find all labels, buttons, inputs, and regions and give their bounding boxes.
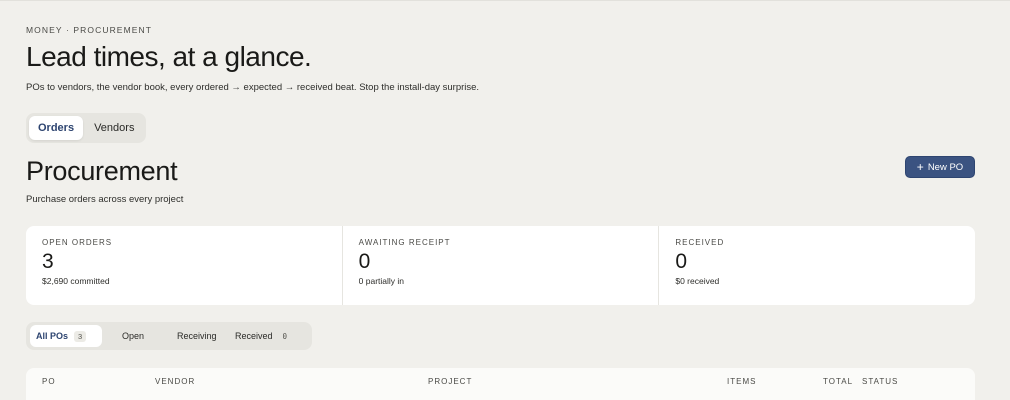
filter-all-pos[interactable]: All POs 3	[30, 325, 102, 347]
filter-received[interactable]: Received 0	[229, 325, 297, 347]
page-title: Procurement	[26, 156, 178, 186]
tab-vendors[interactable]: Vendors	[85, 116, 143, 140]
filter-count-badge: 3	[74, 330, 87, 342]
stat-caption: $2,690 committed	[42, 276, 110, 287]
column-header-vendor[interactable]: VENDOR	[155, 377, 195, 386]
hero-title: Lead times, at a glance.	[26, 41, 312, 72]
column-header-items[interactable]: ITEMS	[727, 377, 756, 386]
breadcrumb-eyebrow: MONEY · PROCUREMENT	[26, 25, 153, 35]
stat-caption: $0 received	[675, 276, 720, 287]
view-tabs: Orders Vendors	[26, 113, 147, 143]
stats-card: OPEN ORDERS 3 $2,690 committed AWAITING …	[26, 226, 975, 305]
stat-value: 0	[358, 250, 371, 273]
plus-icon: +	[916, 159, 924, 174]
filter-label: Received	[235, 331, 273, 341]
status-filter-tabs: All POs 3 Open Receiving Received 0	[26, 322, 312, 350]
column-header-po[interactable]: PO	[42, 377, 56, 386]
page-subtitle: Purchase orders across every project	[26, 194, 184, 205]
stat-caption: 0 partially in	[358, 276, 405, 287]
stat-value: 3	[42, 250, 54, 273]
hero-subtitle: POs to vendors, the vendor book, every o…	[26, 82, 480, 93]
tab-orders[interactable]: Orders	[29, 116, 84, 140]
stat-open-orders: OPEN ORDERS 3 $2,690 committed	[26, 226, 343, 305]
stat-label: AWAITING RECEIPT	[358, 238, 451, 247]
new-po-button[interactable]: + New PO	[905, 156, 975, 178]
filter-open[interactable]: Open	[116, 325, 166, 347]
column-header-project[interactable]: PROJECT	[428, 377, 472, 386]
new-po-label: New PO	[927, 161, 964, 173]
column-header-status[interactable]: STATUS	[862, 377, 898, 386]
filter-label: Receiving	[177, 331, 217, 341]
filter-receiving[interactable]: Receiving	[171, 325, 229, 347]
po-table-header: PO VENDOR PROJECT ITEMS TOTAL STATUS	[26, 368, 975, 400]
filter-label: All POs	[36, 331, 69, 341]
stat-value: 0	[675, 250, 688, 273]
stat-received: RECEIVED 0 $0 received	[659, 226, 975, 305]
column-header-total[interactable]: TOTAL	[823, 377, 853, 386]
stat-label: RECEIVED	[675, 238, 725, 247]
filter-count-badge: 0	[282, 331, 288, 341]
filter-label: Open	[122, 331, 145, 341]
stat-awaiting-receipt: AWAITING RECEIPT 0 0 partially in	[343, 226, 660, 305]
stat-label: OPEN ORDERS	[42, 238, 113, 247]
